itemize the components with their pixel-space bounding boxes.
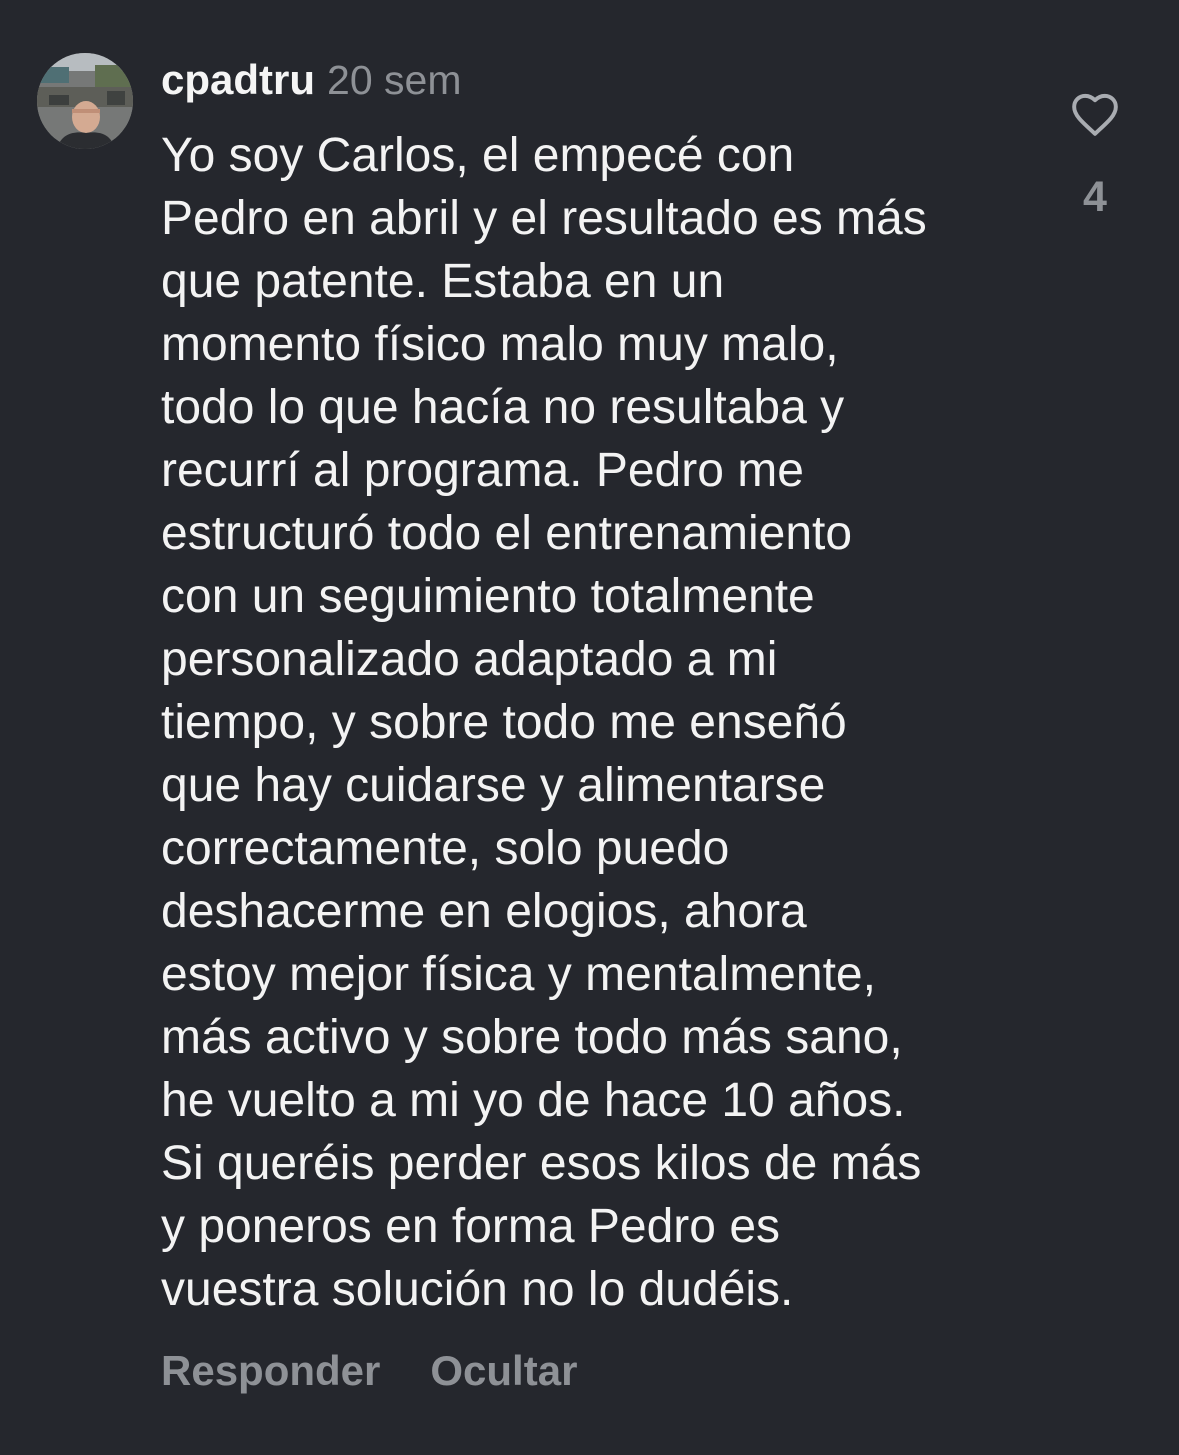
comment-line: recurrí al programa. Pedro me [161, 444, 804, 497]
avatar[interactable] [37, 53, 133, 149]
comment-line: Yo soy Carlos, el empecé con [161, 129, 795, 182]
comment-line: y poneros en forma Pedro es [161, 1200, 781, 1253]
heart-outline-icon[interactable] [1070, 93, 1120, 137]
comment-line: con un seguimiento totalmente [161, 570, 815, 623]
like-count: 4 [1083, 173, 1107, 221]
comment-line: tiempo, y sobre todo me enseñó [161, 696, 847, 749]
comment-line: he vuelto a mi yo de hace 10 años. [161, 1074, 906, 1127]
comment-header: cpadtru 20 sem [161, 52, 461, 108]
comment-line: vuestra solución no lo dudéis. [161, 1263, 794, 1316]
comment-line: Si queréis perder esos kilos de más [161, 1137, 922, 1190]
comment-line: que hay cuidarse y alimentarse [161, 759, 826, 812]
comment-line: personalizado adaptado a mi [161, 633, 778, 686]
comment-line: todo lo que hacía no resultaba y [161, 381, 845, 434]
comment-line: estructuró todo el entrenamiento [161, 507, 853, 560]
avatar-photo [37, 53, 133, 149]
timestamp: 20 sem [327, 57, 462, 103]
comment-line: momento físico malo muy malo, [161, 318, 839, 371]
comment-actions: Responder Ocultar [161, 1343, 577, 1399]
hide-button[interactable]: Ocultar [430, 1347, 577, 1394]
comment-line: Pedro en abril y el resultado es más [161, 192, 927, 245]
comment-line: estoy mejor física y mentalmente, [161, 948, 876, 1001]
comment-line: deshacerme en elogios, ahora [161, 885, 807, 938]
like-area: 4 [1068, 93, 1122, 222]
comment-line: que patente. Estaba en un [161, 255, 725, 308]
comment-line: correctamente, solo puedo [161, 822, 730, 875]
reply-button[interactable]: Responder [161, 1347, 380, 1394]
username[interactable]: cpadtru [161, 56, 315, 103]
comment-body: Yo soy Carlos, el empecé con Pedro en ab… [161, 124, 1061, 1321]
comment-line: más activo y sobre todo más sano, [161, 1011, 903, 1064]
